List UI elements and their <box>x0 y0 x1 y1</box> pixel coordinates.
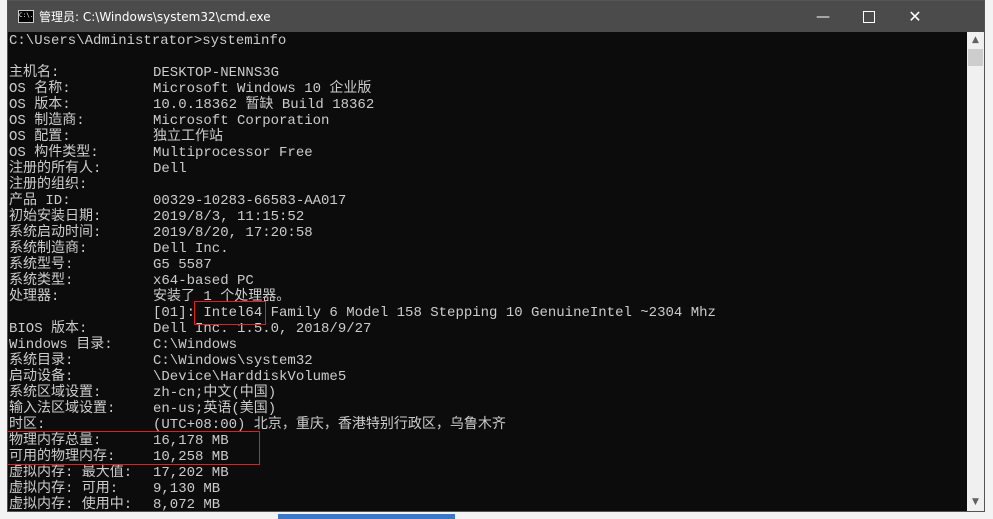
sysinfo-value: \Device\HarddiskVolume5 <box>153 369 347 385</box>
sysinfo-label: BIOS 版本: <box>9 321 88 337</box>
sysinfo-label: Windows 目录: <box>9 337 113 353</box>
sysinfo-value: zh-cn;中文(中国) <box>153 385 277 401</box>
sysinfo-label: 系统启动时间: <box>9 225 102 241</box>
sysinfo-label: 虚拟内存: 使用中: <box>9 497 133 511</box>
scroll-up-icon[interactable]: ▲ <box>967 32 984 49</box>
maximize-icon <box>863 10 875 23</box>
sysinfo-label: 输入法区域设置: <box>9 401 116 417</box>
vertical-scrollbar[interactable]: ▲ ▼ <box>967 32 984 511</box>
sysinfo-row: 系统区域设置: zh-cn;中文(中国) <box>9 385 959 401</box>
scroll-thumb[interactable] <box>968 49 983 66</box>
sysinfo-value: 8,072 MB <box>153 497 221 511</box>
minimize-icon: — <box>816 8 830 25</box>
sysinfo-label: 产品 ID: <box>9 193 71 209</box>
sysinfo-value: Dell <box>153 161 187 177</box>
sysinfo-row: 系统目录: C:\Windows\system32 <box>9 353 959 369</box>
close-button[interactable]: ✕ <box>892 1 938 32</box>
sysinfo-row: 注册的所有人: Dell <box>9 161 959 177</box>
sysinfo-value: Microsoft Windows 10 企业版 <box>153 81 372 97</box>
sysinfo-row: 虚拟内存: 最大值: 17,202 MB <box>9 465 959 481</box>
sysinfo-row: 系统类型: x64-based PC <box>9 273 959 289</box>
sysinfo-row: 输入法区域设置: en-us;英语(美国) <box>9 401 959 417</box>
sysinfo-row: 系统制造商: Dell Inc. <box>9 241 959 257</box>
sysinfo-row: 产品 ID: 00329-10283-66583-AA017 <box>9 193 959 209</box>
close-icon: ✕ <box>908 7 922 26</box>
sysinfo-row: 启动设备: \Device\HarddiskVolume5 <box>9 369 959 385</box>
sysinfo-value: 独立工作站 <box>153 129 223 145</box>
background-window-bar <box>278 514 455 519</box>
sysinfo-label: 虚拟内存: 最大值: <box>9 465 133 481</box>
sysinfo-label: 系统型号: <box>9 257 74 273</box>
sysinfo-row: OS 构件类型: Multiprocessor Free <box>9 145 959 161</box>
sysinfo-row: OS 制造商: Microsoft Corporation <box>9 113 959 129</box>
sysinfo-value: C:\Windows\system32 <box>153 353 313 369</box>
sysinfo-label: 系统类型: <box>9 273 74 289</box>
cmd-icon: C:\. <box>18 10 34 23</box>
console-output[interactable]: C:\Users\Administrator>systeminfo 主机名: DE… <box>8 32 969 511</box>
sysinfo-label: 注册的所有人: <box>9 161 102 177</box>
sysinfo-value: Multiprocessor Free <box>153 145 313 161</box>
sysinfo-row: 虚拟内存: 使用中: 8,072 MB <box>9 497 959 511</box>
sysinfo-label: 注册的组织: <box>9 177 88 193</box>
sysinfo-value: G5 5587 <box>153 257 212 273</box>
sysinfo-label: 虚拟内存: 可用: <box>9 481 119 497</box>
sysinfo-row: [01]: Intel64 Family 6 Model 158 Steppin… <box>9 305 959 321</box>
sysinfo-row: 注册的组织: <box>9 177 959 193</box>
minimize-button[interactable]: — <box>800 1 846 32</box>
scroll-down-icon[interactable]: ▼ <box>967 494 984 511</box>
sysinfo-value: Dell Inc. <box>153 241 229 257</box>
sysinfo-row: BIOS 版本: Dell Inc. 1.5.0, 2018/9/27 <box>9 321 959 337</box>
sysinfo-label: 处理器: <box>9 289 60 305</box>
sysinfo-value: Microsoft Corporation <box>153 113 330 129</box>
sysinfo-value: x64-based PC <box>153 273 254 289</box>
sysinfo-value: C:\Windows <box>153 337 238 353</box>
sysinfo-row: OS 版本: 10.0.18362 暂缺 Build 18362 <box>9 97 959 113</box>
sysinfo-label: 主机名: <box>9 65 60 81</box>
highlight-box-memory <box>8 431 260 465</box>
sysinfo-label: OS 制造商: <box>9 113 85 129</box>
sysinfo-label: 系统区域设置: <box>9 385 102 401</box>
sysinfo-value: 2019/8/20, 17:20:58 <box>153 225 313 241</box>
sysinfo-label: 系统目录: <box>9 353 74 369</box>
sysinfo-label: 初始安装日期: <box>9 209 102 225</box>
sysinfo-label: OS 配置: <box>9 129 71 145</box>
sysinfo-label: OS 版本: <box>9 97 71 113</box>
sysinfo-value: 2019/8/3, 11:15:52 <box>153 209 305 225</box>
sysinfo-row: 系统启动时间: 2019/8/20, 17:20:58 <box>9 225 959 241</box>
sysinfo-value: en-us;英语(美国) <box>153 401 277 417</box>
sysinfo-value: 00329-10283-66583-AA017 <box>153 193 347 209</box>
maximize-button[interactable] <box>846 1 892 32</box>
command-prompt-line: C:\Users\Administrator>systeminfo <box>9 33 287 49</box>
window-title: 管理员: C:\Windows\system32\cmd.exe <box>39 10 271 24</box>
cmd-window: C:\. 管理员: C:\Windows\system32\cmd.exe — … <box>7 0 985 512</box>
sysinfo-row: 系统型号: G5 5587 <box>9 257 959 273</box>
sysinfo-value: 17,202 MB <box>153 465 229 481</box>
sysinfo-value: 10.0.18362 暂缺 Build 18362 <box>153 97 375 113</box>
highlight-box-cpu <box>194 301 266 325</box>
sysinfo-label: 启动设备: <box>9 369 74 385</box>
sysinfo-value: DESKTOP-NENNS3G <box>153 65 280 81</box>
sysinfo-label: OS 构件类型: <box>9 145 99 161</box>
sysinfo-label: 系统制造商: <box>9 241 88 257</box>
sysinfo-row: 虚拟内存: 可用: 9,130 MB <box>9 481 959 497</box>
sysinfo-row: 主机名: DESKTOP-NENNS3G <box>9 65 959 81</box>
sysinfo-row: 处理器: 安装了 1 个处理器。 <box>9 289 959 305</box>
sysinfo-row: Windows 目录: C:\Windows <box>9 337 959 353</box>
sysinfo-row: OS 名称: Microsoft Windows 10 企业版 <box>9 81 959 97</box>
sysinfo-value: 9,130 MB <box>153 481 221 497</box>
sysinfo-row: OS 配置: 独立工作站 <box>9 129 959 145</box>
title-bar[interactable]: C:\. 管理员: C:\Windows\system32\cmd.exe — … <box>8 1 984 32</box>
sysinfo-label: OS 名称: <box>9 81 71 97</box>
sysinfo-row: 初始安装日期: 2019/8/3, 11:15:52 <box>9 209 959 225</box>
